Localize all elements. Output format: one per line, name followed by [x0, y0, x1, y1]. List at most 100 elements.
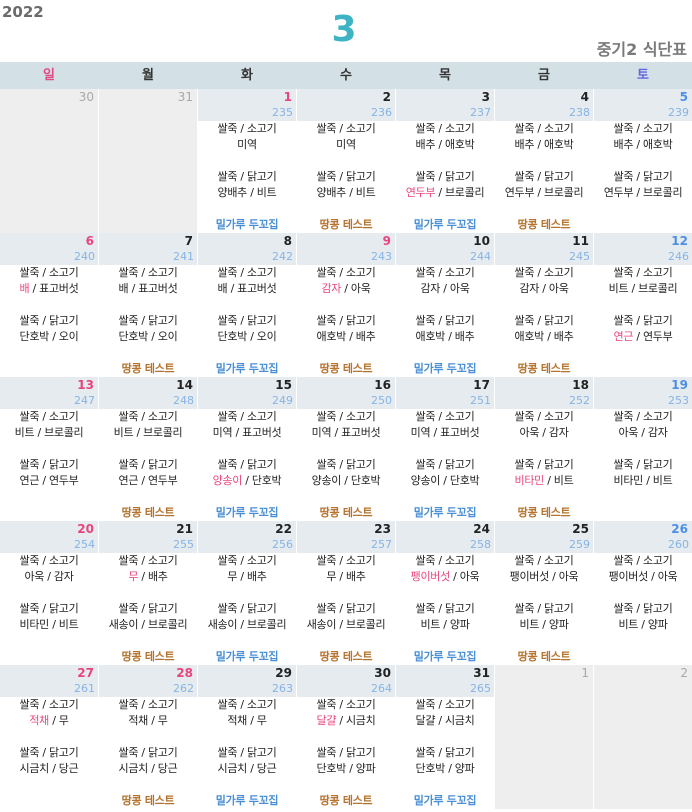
menu-line: 쌀죽 / 소고기 — [19, 698, 79, 711]
meal-block: 쌀죽 / 닭고기 연두부 / 브로콜리 — [495, 169, 593, 201]
menu-line: 달걀 / 시금치 — [415, 714, 475, 727]
menu-line: 양배추 / 비트 — [217, 186, 277, 199]
date-number: 5 — [679, 90, 688, 104]
date-band: 10 244 — [396, 233, 494, 265]
menu-line: 쌀죽 / 닭고기 — [415, 746, 475, 759]
menu-line: 쌀죽 / 소고기 — [613, 122, 673, 135]
meal-block: 쌀죽 / 소고기 달걀 / 시금치 — [396, 697, 494, 729]
menu-line: 시금치 / 당근 — [217, 762, 277, 775]
meal-count: 257 — [371, 538, 392, 551]
test-note-label: 땅콩 테스트 — [319, 362, 373, 375]
meal-count: 247 — [74, 394, 95, 407]
date-number: 22 — [275, 522, 292, 536]
meal-count: 249 — [272, 394, 293, 407]
day-cell: 26 260 쌀죽 / 소고기 팽이버섯 / 아욱 쌀죽 / 닭고기 비트 / 양파 — [594, 521, 692, 665]
test-note-label: 땅콩 테스트 — [121, 362, 175, 375]
date-band: 22 256 — [198, 521, 296, 553]
menu-line: 적채 / 무 — [128, 714, 168, 727]
meal-block: 쌀죽 / 소고기 배 / 표고버섯 — [198, 265, 296, 297]
meal-block: 쌀죽 / 닭고기비타민 / 비트 — [0, 601, 98, 633]
new-food-label: 무 — [128, 570, 139, 583]
menu-line: 비트 / 브로콜리 — [113, 426, 183, 439]
day-cell: 28 262 쌀죽 / 소고기 적채 / 무 쌀죽 / 닭고기 시금치 / 당근 땅콩 테스… — [99, 665, 197, 809]
meal-count: 246 — [668, 250, 689, 263]
new-food-label: 연근 — [613, 330, 634, 343]
meal-block: 쌀죽 / 소고기 감자 / 아욱 — [495, 265, 593, 297]
menu-line: 미역 / 표고버섯 — [212, 426, 282, 439]
meal-block: 쌀죽 / 닭고기 단호박 / 오이 — [0, 313, 98, 345]
meal-block: 쌀죽 / 소고기 배 / 표고버섯 — [99, 265, 197, 297]
weekday-wed: 수 — [340, 68, 352, 83]
day-cell: 10 244 쌀죽 / 소고기 감자 / 아욱 쌀죽 / 닭고기 애호박 / 배추 밀가루 … — [396, 233, 494, 377]
menu-line: 쌀죽 / 소고기 — [316, 266, 376, 279]
meal-count: 255 — [173, 538, 194, 551]
date-band: 13 247 — [0, 377, 98, 409]
month-number: 3 — [331, 9, 357, 50]
meal-block: 쌀죽 / 닭고기 애호박 / 배추 — [297, 313, 395, 345]
menu-line: 쌀죽 / 소고기 — [316, 122, 376, 135]
test-note-label: 밀가루 두꼬집 — [413, 506, 477, 519]
menu-line: 쌀죽 / 닭고기 — [19, 602, 79, 615]
menu-line: 쌀죽 / 소고기 — [415, 410, 475, 423]
meal-block: 쌀죽 / 소고기 미역 / 표고버섯 — [297, 409, 395, 441]
date-band: 31 — [99, 89, 197, 121]
menu-line: 배 / 표고버섯 — [0, 281, 98, 297]
date-number: 16 — [374, 378, 391, 392]
date-number: 29 — [275, 666, 292, 680]
menu-line: 달걀 / 시금치 — [297, 713, 395, 729]
menu-line: 배 / 표고버섯 — [217, 282, 277, 295]
menu-line: 감자 / 아욱 — [297, 281, 395, 297]
menu-line-rest: / 시금치 — [336, 714, 376, 727]
menu-line: 쌀죽 / 닭고기 — [118, 746, 178, 759]
new-food-label: 적채 — [29, 714, 49, 727]
date-band: 31 265 — [396, 665, 494, 697]
meal-block: 쌀죽 / 소고기 무 / 배추 — [198, 553, 296, 585]
menu-line-rest: / 단호박 — [242, 474, 282, 487]
meal-block: 쌀죽 / 소고기 아욱 / 감자 — [495, 409, 593, 441]
menu-line: 애호박 / 배추 — [415, 330, 475, 343]
day-cell: 31 265 쌀죽 / 소고기 달걀 / 시금치 쌀죽 / 닭고기 단호박 / 양파 밀가루… — [396, 665, 494, 809]
menu-line: 비타민 / 비트 — [19, 618, 79, 631]
date-number: 2 — [680, 666, 688, 680]
date-band: 9 243 — [297, 233, 395, 265]
meal-block: 쌀죽 / 닭고기 단호박 / 양파 — [396, 745, 494, 777]
menu-line: 아욱 / 감자 — [618, 426, 668, 439]
menu-line: 미역 — [237, 138, 257, 151]
date-band: 23 257 — [297, 521, 395, 553]
menu-line: 쌀죽 / 소고기 — [217, 554, 277, 567]
meal-block: 쌀죽 / 소고기배 / 표고버섯 — [0, 265, 98, 297]
new-food-label: 감자 — [321, 282, 342, 295]
day-cell: 11 245 쌀죽 / 소고기 감자 / 아욱 쌀죽 / 닭고기 애호박 / 배추 땅콩 테… — [495, 233, 593, 377]
meal-block: 쌀죽 / 닭고기비트 / 양파 — [495, 601, 593, 633]
menu-line: 적채 / 무 — [227, 714, 267, 727]
meal-block: 쌀죽 / 소고기 무 / 배추 — [297, 553, 395, 585]
date-number: 31 — [177, 90, 193, 104]
menu-line: 쌀죽 / 닭고기 — [514, 602, 574, 615]
menu-line: 단호박 / 오이 — [19, 330, 79, 343]
date-band: 26 260 — [594, 521, 692, 553]
test-note-label: 밀가루 두꼬집 — [413, 650, 477, 663]
menu-line: 쌀죽 / 소고기 — [118, 554, 178, 567]
menu-line: 비트 / 양파 — [519, 618, 569, 631]
meal-count: 254 — [74, 538, 95, 551]
date-number: 27 — [77, 666, 94, 680]
meal-count: 253 — [668, 394, 689, 407]
meal-block: 쌀죽 / 닭고기 연근 / 연두부 — [594, 313, 692, 345]
date-number: 25 — [572, 522, 589, 536]
date-band: 4 238 — [495, 89, 593, 121]
menu-line: 아욱 / 감자 — [24, 570, 74, 583]
day-cell: 30 — [0, 89, 98, 233]
date-number: 31 — [473, 666, 490, 680]
test-note-label: 땅콩 테스트 — [121, 650, 175, 663]
day-cell: 30 264 쌀죽 / 소고기 달걀 / 시금치 쌀죽 / 닭고기 단호박 / 양파 땅콩 … — [297, 665, 395, 809]
test-note-label: 밀가루 두꼬집 — [215, 794, 279, 807]
menu-line-rest: / 표고버섯 — [29, 282, 79, 295]
menu-line: 쌀죽 / 소고기 — [19, 266, 79, 279]
meal-block: 쌀죽 / 소고기미역 / 표고버섯 — [396, 409, 494, 441]
menu-line: 팽이버섯 / 아욱 — [396, 569, 494, 585]
menu-line: 쌀죽 / 닭고기 — [316, 314, 376, 327]
day-cell: 9 243 쌀죽 / 소고기감자 / 아욱쌀죽 / 닭고기 애호박 / 배추땅콩 테스… — [297, 233, 395, 377]
date-number: 9 — [382, 234, 391, 248]
menu-line: 미역 / 표고버섯 — [410, 426, 480, 439]
menu-line: 쌀죽 / 닭고기 — [316, 602, 376, 615]
